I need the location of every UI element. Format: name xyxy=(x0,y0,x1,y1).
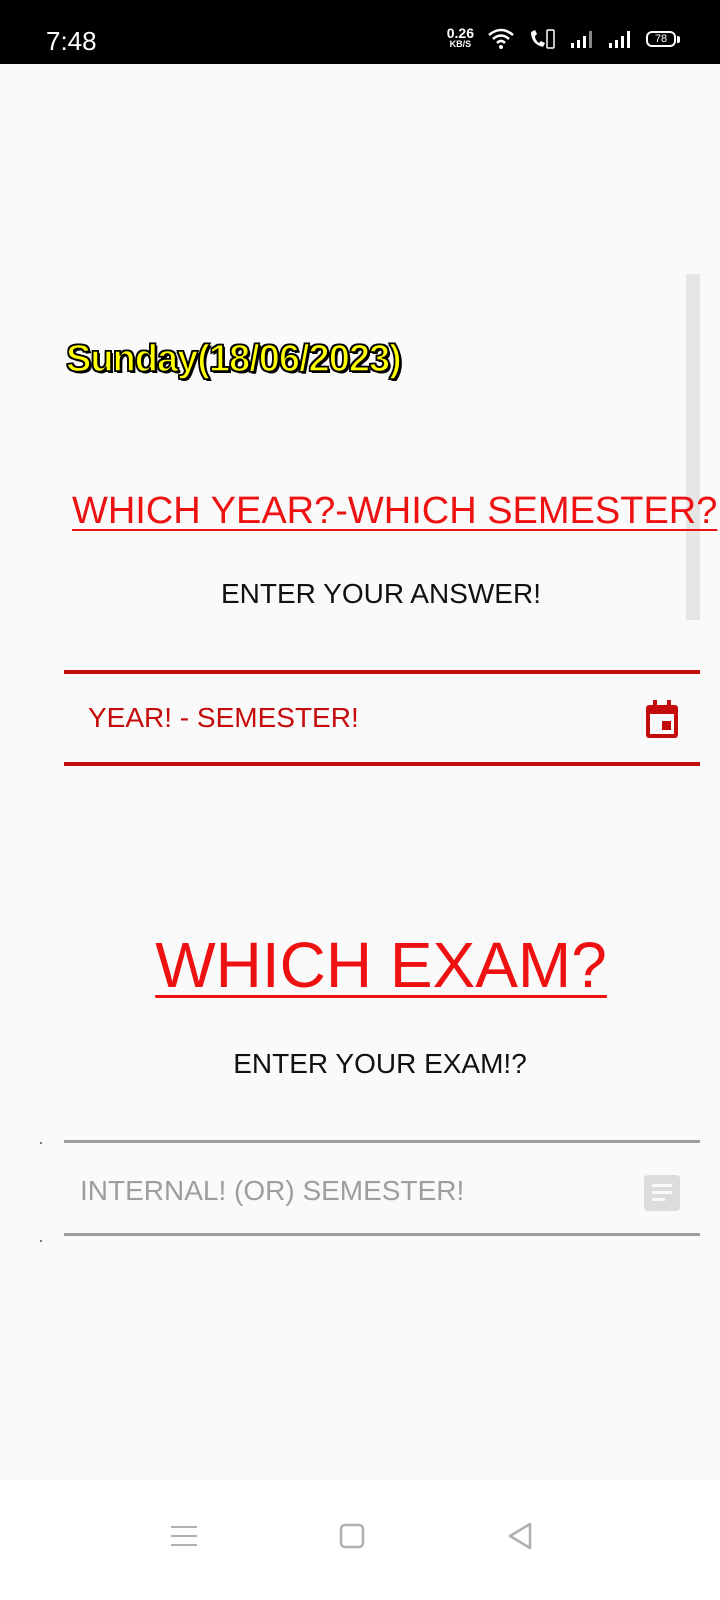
nav-back-button[interactable] xyxy=(496,1512,544,1560)
year-semester-value: YEAR! - SEMESTER! xyxy=(88,702,359,733)
nav-home-button[interactable] xyxy=(328,1512,376,1560)
scrollbar[interactable] xyxy=(686,274,700,620)
nav-menu-button[interactable] xyxy=(160,1512,208,1560)
battery-indicator: 78 xyxy=(646,31,680,47)
network-speed-value: 0.26 xyxy=(446,25,474,41)
home-icon xyxy=(339,1523,365,1549)
prompt-answer: ENTER YOUR ANSWER! xyxy=(221,578,541,609)
network-speed-unit: KB/S xyxy=(449,39,472,49)
left-edge-dot xyxy=(40,1240,42,1242)
status-bar: 7:48 0.26 KB/S 78 xyxy=(0,0,720,64)
exam-field-placeholder: INTERNAL! (OR) SEMESTER! xyxy=(80,1175,465,1206)
notes-icon xyxy=(644,1175,680,1211)
signal-icon-sim1 xyxy=(571,31,592,48)
date-label: Sunday(18/06/2023) xyxy=(65,337,402,381)
wifi-calling-icon xyxy=(531,29,555,49)
question-exam: WHICH EXAM? xyxy=(155,929,607,1001)
calendar-icon[interactable] xyxy=(644,700,680,740)
back-icon xyxy=(508,1522,532,1550)
question-year-semester: WHICH YEAR?-WHICH SEMESTER? xyxy=(72,490,718,532)
left-edge-dot xyxy=(40,1142,42,1144)
navigation-bar xyxy=(0,1480,720,1600)
status-time: 7:48 xyxy=(46,26,97,56)
wifi-icon xyxy=(488,28,514,49)
network-speed: 0.26 KB/S xyxy=(446,25,474,50)
status-icons: 0.26 KB/S 78 xyxy=(446,25,680,50)
menu-icon xyxy=(171,1526,197,1546)
exam-field[interactable]: INTERNAL! (OR) SEMESTER! xyxy=(64,1140,700,1236)
signal-icon-sim2 xyxy=(609,31,630,48)
year-semester-field[interactable]: YEAR! - SEMESTER! xyxy=(64,670,700,766)
prompt-exam: ENTER YOUR EXAM!? xyxy=(233,1048,527,1079)
